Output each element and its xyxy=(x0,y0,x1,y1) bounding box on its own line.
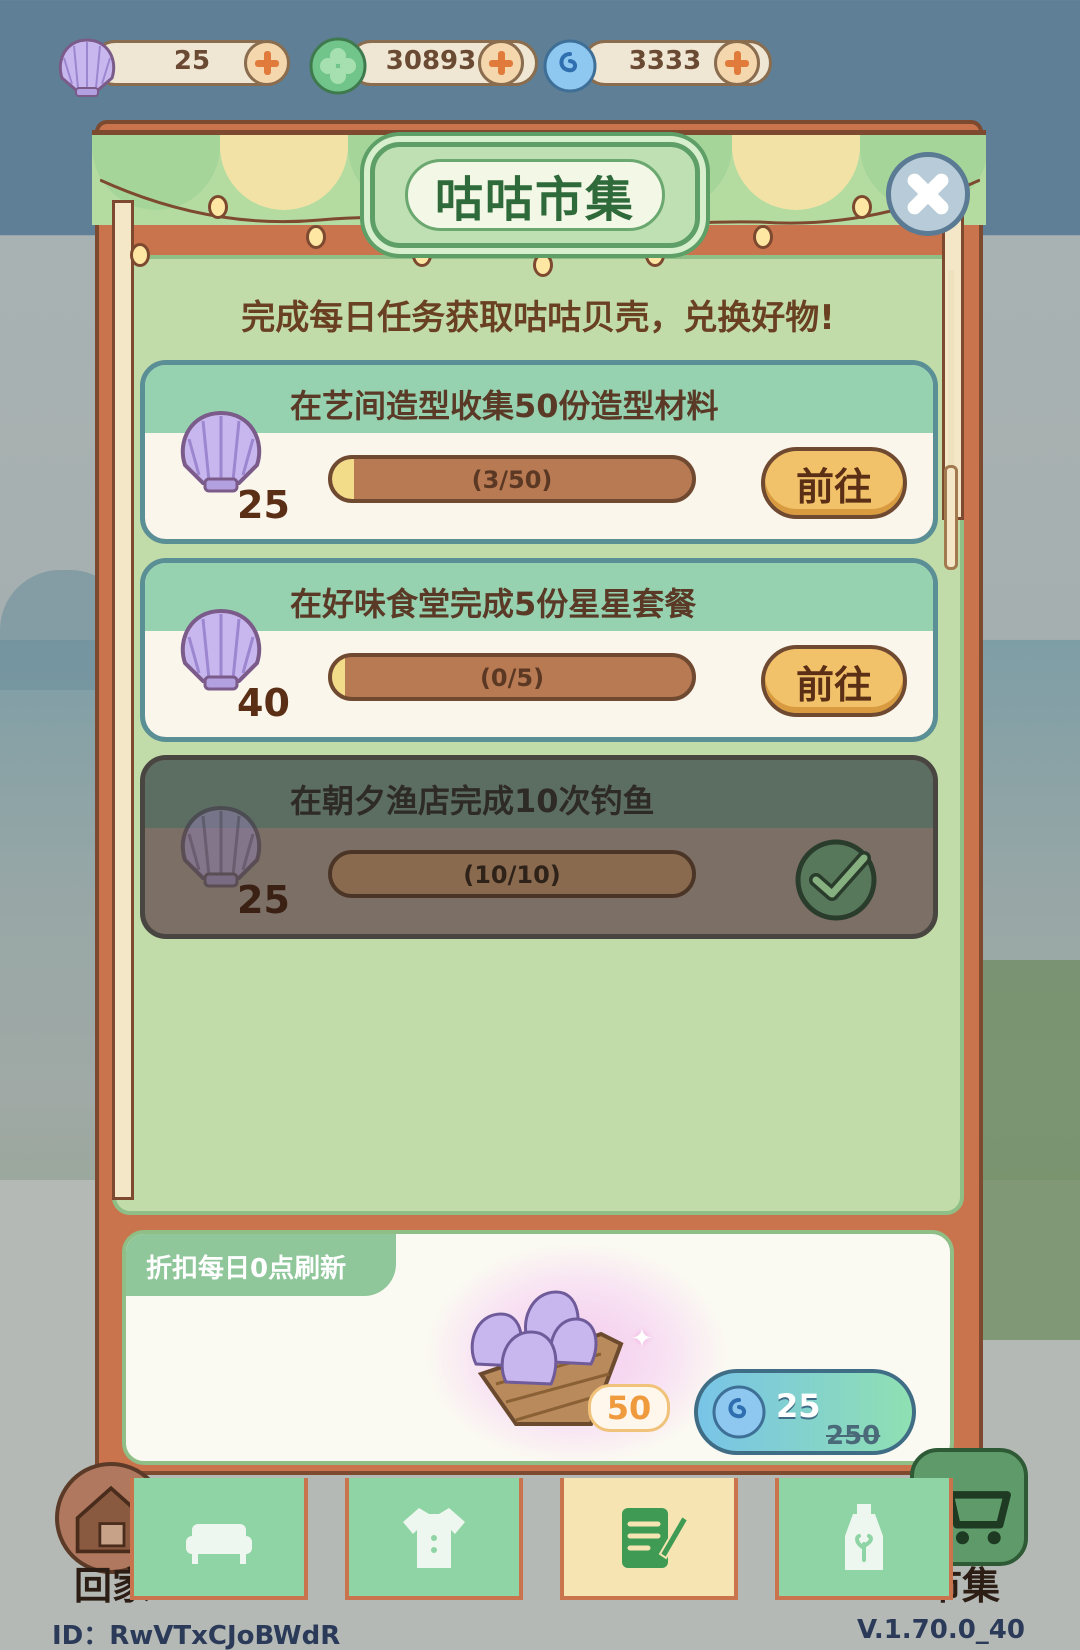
task-reward: 25 xyxy=(237,483,290,527)
panel-title: 咕咕市集 xyxy=(434,172,635,228)
buy-discount-button[interactable]: 25 250 xyxy=(694,1369,916,1455)
task-progress-bar: (3/50) xyxy=(328,455,696,503)
clothing-shirt-icon xyxy=(403,1508,465,1568)
clover-coin-icon xyxy=(309,37,367,95)
task-progress-text: (0/5) xyxy=(479,664,545,692)
light-bulb xyxy=(306,225,326,249)
discount-offer-card: 折扣每日0点刷新 ✦ 50 25 250 xyxy=(122,1230,954,1465)
currency-swirl: 3333 xyxy=(542,34,782,93)
task-notepad-icon xyxy=(622,1508,690,1568)
add-clover-button[interactable] xyxy=(478,40,524,86)
tab-tasks[interactable] xyxy=(560,1478,738,1600)
swirl-gem-icon xyxy=(712,1385,766,1439)
task-progress-bar: (10/10) xyxy=(328,850,696,898)
task-reward: 25 xyxy=(237,878,290,922)
sparkle-icon: ✦ xyxy=(631,1324,653,1354)
task-reward: 40 xyxy=(237,681,290,725)
task-card-completed: 在朝夕渔店完成10次钓鱼 25 (10/10) xyxy=(140,755,938,939)
currency-swirl-value: 3333 xyxy=(628,46,702,76)
bottle-sprout-icon xyxy=(845,1504,883,1570)
task-progress-bar: (0/5) xyxy=(328,653,696,701)
task-title: 在朝夕渔店完成10次钓鱼 xyxy=(290,782,655,820)
light-bulb xyxy=(533,253,553,277)
discount-original-price: 250 xyxy=(826,1421,881,1451)
currency-clover: 30893 xyxy=(308,34,548,95)
task-progress-text: (10/10) xyxy=(463,861,561,889)
task-title: 在艺间造型收集50份造型材料 xyxy=(290,387,719,425)
panel-title-plate: 咕咕市集 xyxy=(370,142,700,248)
panel-title-inner: 咕咕市集 xyxy=(405,159,665,231)
checkmark-icon xyxy=(795,839,877,921)
close-button[interactable] xyxy=(886,152,970,236)
add-swirl-button[interactable] xyxy=(714,40,760,86)
tab-bottle[interactable] xyxy=(775,1478,953,1600)
discount-quantity-badge: 50 xyxy=(588,1384,670,1432)
add-shell-button[interactable] xyxy=(244,40,290,86)
shell-icon xyxy=(58,38,116,97)
go-button[interactable]: 前往 xyxy=(761,645,907,717)
panel-subtitle: 完成每日任务获取咕咕贝壳，兑换好物! xyxy=(241,298,835,338)
app-version: V.1.70.0_40 xyxy=(857,1615,1025,1645)
task-card: 在好味食堂完成5份星星套餐 40 (0/5) 前往 xyxy=(140,558,938,742)
tab-clothing[interactable] xyxy=(345,1478,523,1600)
player-id: ID：RwVTxCJoBWdR xyxy=(52,1621,341,1650)
discount-refresh-tag: 折扣每日0点刷新 xyxy=(126,1234,396,1296)
light-bulb xyxy=(852,195,872,219)
swirl-gem-icon xyxy=(543,39,597,93)
currency-shell: 25 xyxy=(52,34,292,97)
light-bulb xyxy=(130,243,150,267)
currency-shell-value: 25 xyxy=(173,46,211,76)
light-bulb xyxy=(753,225,773,249)
discount-price: 25 xyxy=(776,1387,821,1425)
task-progress-text: (3/50) xyxy=(471,466,553,494)
awning-post-left xyxy=(112,200,134,1200)
task-card: 在艺间造型收集50份造型材料 25 (3/50) 前往 xyxy=(140,360,938,544)
furniture-sofa-icon xyxy=(186,1524,252,1564)
light-bulb xyxy=(208,195,228,219)
currency-clover-value: 30893 xyxy=(385,46,477,76)
pull-cord-tassel[interactable] xyxy=(944,465,958,570)
tab-furniture[interactable] xyxy=(130,1478,308,1600)
go-button[interactable]: 前往 xyxy=(761,447,907,519)
task-title: 在好味食堂完成5份星星套餐 xyxy=(290,585,697,623)
